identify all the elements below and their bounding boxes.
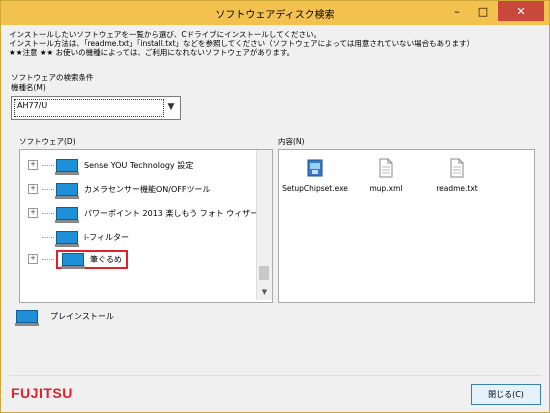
title-bar: ソフトウェアディスク検索 – □ ✕	[1, 1, 549, 25]
tree-connector	[42, 258, 54, 260]
file-item[interactable]: mup.xml	[351, 158, 421, 193]
expand-icon[interactable]: +	[28, 208, 38, 218]
file-name: SetupChipset.exe	[282, 184, 348, 193]
tree-item-label: カメラセンサー機能ON/OFFツール	[84, 184, 211, 194]
model-select[interactable]: AH77/U ▼	[11, 96, 181, 120]
monitor-icon	[55, 206, 79, 223]
tree-item-label: パワーポイント 2013 楽しもう フォト ウィザード	[84, 208, 267, 218]
model-value: AH77/U	[17, 101, 48, 110]
chevron-down-icon[interactable]: ▼	[164, 99, 178, 115]
scroll-down-icon[interactable]: ▼	[257, 284, 272, 299]
tree-connector	[42, 212, 54, 214]
contents-label: 内容(N)	[278, 137, 305, 146]
expand-icon[interactable]: +	[28, 254, 38, 264]
monitor-icon	[15, 310, 39, 326]
tree-item-selected[interactable]: + 筆ぐるめ	[28, 249, 128, 269]
file-item[interactable]: readme.txt	[422, 158, 492, 193]
tree-item[interactable]: + Sense YOU Technology 設定	[28, 156, 194, 175]
minimize-button[interactable]: –	[444, 1, 470, 21]
document-icon	[450, 158, 464, 178]
close-button[interactable]: 閉じる(C)	[471, 384, 541, 405]
maximize-button[interactable]: □	[470, 1, 496, 21]
selection-highlight: 筆ぐるめ	[56, 249, 128, 269]
software-label: ソフトウェア(D)	[19, 137, 76, 146]
document-icon	[379, 158, 393, 178]
contents-panel[interactable]: SetupChipset.exe mup.xml readme.txt	[278, 149, 535, 303]
tree-item[interactable]: + パワーポイント 2013 楽しもう フォト ウィザード	[28, 204, 267, 223]
divider	[9, 375, 541, 376]
instruction-line-3: ★★注意 ★★ お使いの機種によっては、ご利用になれないソフトウェアがあります。	[9, 48, 295, 57]
tree-item-label: 筆ぐるめ	[90, 254, 122, 264]
tree-connector	[42, 188, 54, 190]
preinstall-button[interactable]: プレインストール	[15, 310, 114, 326]
tree-item[interactable]: i-フィルター	[28, 228, 129, 247]
monitor-icon	[55, 158, 79, 175]
tree-item[interactable]: + カメラセンサー機能ON/OFFツール	[28, 180, 211, 199]
tree-scrollbar[interactable]: ▼	[256, 150, 272, 300]
expand-icon[interactable]: +	[28, 184, 38, 194]
tree-connector	[42, 164, 54, 166]
tree-connector	[42, 236, 54, 238]
software-disc-search-window: ソフトウェアディスク検索 – □ ✕ インストールしたいソフトウェアを一覧から選…	[0, 0, 550, 413]
setup-exe-icon	[307, 159, 323, 177]
fujitsu-logo: FUJITSU	[11, 385, 73, 401]
software-tree[interactable]: + Sense YOU Technology 設定 + カメラセンサー機能ON/…	[19, 149, 273, 303]
tree-item-label: Sense YOU Technology 設定	[84, 160, 194, 170]
preinstall-label: プレインストール	[50, 312, 114, 321]
scrollbar-thumb[interactable]	[259, 266, 269, 280]
close-window-button[interactable]: ✕	[498, 1, 544, 21]
monitor-icon	[55, 182, 79, 199]
tree-item-label: i-フィルター	[84, 232, 129, 242]
file-name: mup.xml	[369, 184, 403, 193]
expand-icon[interactable]: +	[28, 160, 38, 170]
file-item[interactable]: SetupChipset.exe	[280, 158, 350, 193]
monitor-icon	[55, 230, 79, 247]
model-label: 機種名(M)	[11, 83, 46, 92]
file-name: readme.txt	[436, 184, 478, 193]
monitor-icon	[61, 252, 85, 269]
